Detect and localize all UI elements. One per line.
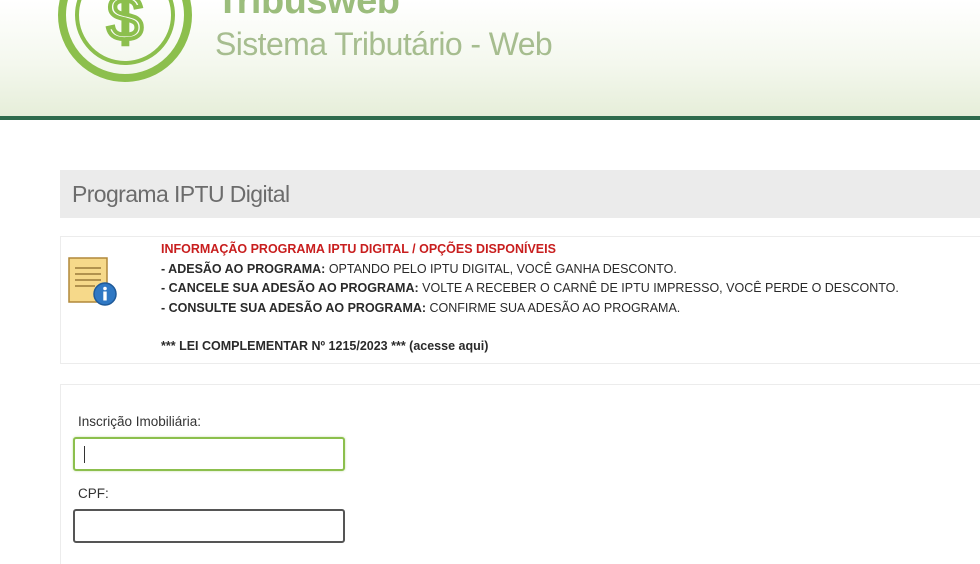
info-heading: INFORMAÇÃO PROGRAMA IPTU DIGITAL / OPÇÕE… bbox=[161, 242, 556, 256]
cpf-label: CPF: bbox=[78, 486, 109, 501]
info-panel: INFORMAÇÃO PROGRAMA IPTU DIGITAL / OPÇÕE… bbox=[60, 236, 980, 364]
cpf-input[interactable] bbox=[73, 509, 345, 543]
info-item-adesao: - ADESÃO AO PROGRAMA: OPTANDO PELO IPTU … bbox=[161, 261, 677, 276]
info-item-cancele: - CANCELE SUA ADESÃO AO PROGRAMA: VOLTE … bbox=[161, 281, 899, 295]
document-info-icon bbox=[68, 257, 117, 306]
dollar-coin-icon: $ bbox=[58, 0, 192, 82]
brand-title: Tribusweb bbox=[216, 0, 400, 22]
law-link[interactable]: *** LEI COMPLEMENTAR Nº 1215/2023 *** (a… bbox=[161, 337, 899, 357]
inscricao-label: Inscrição Imobiliária: bbox=[78, 414, 202, 429]
info-text: INFORMAÇÃO PROGRAMA IPTU DIGITAL / OPÇÕE… bbox=[161, 240, 899, 357]
page-title: Programa IPTU Digital bbox=[72, 181, 290, 207]
page-title-bar: Programa IPTU Digital bbox=[60, 170, 980, 218]
inscricao-input[interactable] bbox=[73, 437, 345, 471]
info-item-consulte: - CONSULTE SUA ADESÃO AO PROGRAMA: CONFI… bbox=[161, 300, 681, 315]
app-header: $ Tribusweb Sistema Tributário - Web bbox=[0, 0, 980, 120]
brand-subtitle: Sistema Tributário - Web bbox=[215, 26, 553, 62]
text-caret bbox=[84, 446, 85, 463]
svg-text:$: $ bbox=[107, 0, 143, 54]
